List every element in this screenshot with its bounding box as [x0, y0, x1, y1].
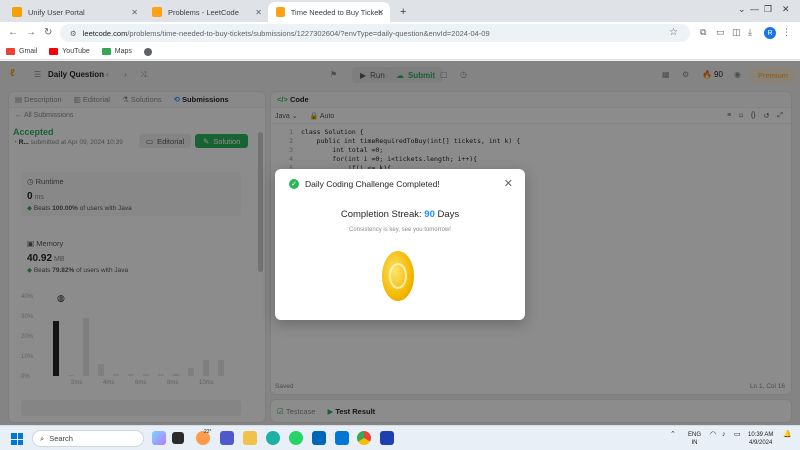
notifications-icon[interactable]: 🔔: [783, 431, 792, 439]
bookmark-label: YouTube: [62, 48, 90, 55]
lang-bottom: IN: [691, 440, 698, 446]
store-icon[interactable]: [312, 431, 326, 445]
coin-emblem: [389, 263, 407, 289]
volume-icon[interactable]: ♪: [722, 431, 726, 439]
close-tab-icon[interactable]: ✕: [255, 8, 262, 17]
bookmark-youtube[interactable]: YouTube: [49, 48, 90, 55]
mail-icon[interactable]: [335, 431, 349, 445]
minimize-icon[interactable]: —: [750, 4, 759, 14]
copilot-icon[interactable]: [152, 431, 166, 445]
daily-challenge-modal: ✓ Daily Coding Challenge Completed! ✕ Co…: [275, 169, 525, 320]
windows-taskbar: ⌕ Search 22° ⌃ ENG IN ◠ ♪ ▭ 10:39 AM 4/9…: [0, 425, 800, 450]
leetcode-favicon-icon: [276, 7, 285, 17]
back-icon[interactable]: ←: [8, 27, 18, 38]
globe-icon: [143, 47, 152, 56]
profile-avatar[interactable]: R: [764, 27, 776, 39]
search-icon: ⌕: [40, 433, 45, 443]
url-host: leetcode.com: [82, 28, 128, 38]
close-tab-icon[interactable]: ✕: [377, 8, 384, 17]
teams-icon[interactable]: [220, 431, 234, 445]
downloads-icon[interactable]: ⤓: [748, 27, 752, 38]
chevron-down-icon[interactable]: ⌄: [738, 4, 746, 15]
youtube-icon: [49, 48, 59, 55]
forward-icon[interactable]: →: [26, 27, 36, 38]
bookmark-star-icon[interactable]: ☆: [669, 27, 678, 38]
tab-problems-leetcode[interactable]: Problems - LeetCode ✕: [144, 2, 268, 22]
streak-value: 90: [424, 209, 435, 220]
bookmark-maps[interactable]: Maps: [101, 48, 132, 55]
close-icon[interactable]: ✕: [504, 177, 513, 190]
browser-tab-bar: Unify User Portal ✕ Problems - LeetCode …: [0, 0, 800, 22]
gmail-icon: [6, 48, 15, 55]
sidebar-icon[interactable]: ◫: [732, 27, 741, 38]
extensions-icon[interactable]: ⧉: [700, 27, 706, 38]
taskbar-search[interactable]: ⌕ Search: [32, 430, 144, 447]
modal-title: Daily Coding Challenge Completed!: [305, 179, 440, 189]
bookmark-label: Maps: [114, 48, 132, 55]
edge-icon[interactable]: [266, 431, 280, 445]
tab-unify-user-portal[interactable]: Unify User Portal ✕: [4, 2, 144, 22]
language-indicator[interactable]: ENG IN: [688, 431, 701, 447]
bookmark-gmail[interactable]: Gmail: [6, 48, 37, 55]
windows-start-icon[interactable]: [11, 433, 23, 445]
show-hidden-icons[interactable]: ⌃: [670, 431, 676, 439]
modal-header: ✓ Daily Coding Challenge Completed!: [289, 179, 440, 189]
bookmark-globe[interactable]: [143, 47, 156, 56]
site-info-icon[interactable]: ⚙: [70, 29, 77, 38]
streak-label: Completion Streak:: [340, 209, 422, 220]
bookmark-label: Gmail: [19, 48, 38, 55]
address-bar-row: ← → ↻ ⚙ leetcode.com /problems/time-need…: [0, 22, 800, 44]
tab-search-icon[interactable]: ▭: [716, 27, 725, 38]
completion-streak: Completion Streak: 90 Days: [275, 209, 525, 220]
tab-title: Unify User Portal: [28, 7, 85, 17]
close-window-icon[interactable]: ✕: [782, 4, 790, 15]
time: 10:39 AM: [748, 432, 774, 438]
leetcoin-icon: [382, 251, 414, 301]
close-tab-icon[interactable]: ✕: [131, 8, 138, 17]
wifi-icon[interactable]: ◠: [710, 431, 716, 439]
battery-icon[interactable]: ▭: [734, 431, 741, 439]
weather-temp: 22°: [204, 429, 212, 435]
reload-icon[interactable]: ↻: [44, 27, 52, 38]
new-tab-button[interactable]: +: [392, 2, 414, 22]
menu-dots-icon[interactable]: ⋮: [782, 27, 791, 38]
streak-unit: Days: [437, 209, 460, 220]
tab-time-needed[interactable]: Time Needed to Buy Tickets - L ✕: [268, 2, 390, 22]
maps-pin-icon: [101, 48, 111, 55]
url-path: /problems/time-needed-to-buy-tickets/sub…: [127, 28, 490, 38]
lang-top: ENG: [688, 432, 702, 438]
tab-title: Time Needed to Buy Tickets - L: [290, 7, 382, 17]
bookmarks-bar: Gmail YouTube Maps: [0, 44, 800, 60]
url-input[interactable]: ⚙ leetcode.com /problems/time-needed-to-…: [60, 24, 690, 42]
maximize-icon[interactable]: ❐: [764, 4, 772, 15]
task-view-icon[interactable]: [172, 432, 184, 444]
tab-title: Problems - LeetCode: [168, 7, 239, 17]
app-icon[interactable]: [380, 431, 394, 445]
chrome-icon[interactable]: [357, 431, 371, 445]
unify-favicon-icon: [12, 7, 22, 17]
file-explorer-icon[interactable]: [243, 431, 257, 445]
check-circle-icon: ✓: [289, 179, 299, 189]
consistency-message: Consistency is key, see you tomorrow!: [349, 227, 451, 233]
leetcode-favicon-icon: [152, 7, 162, 17]
clock[interactable]: 10:39 AM 4/9/2024: [748, 431, 773, 447]
date: 4/9/2024: [749, 440, 773, 446]
whatsapp-icon[interactable]: [289, 431, 303, 445]
search-label: Search: [49, 434, 73, 443]
